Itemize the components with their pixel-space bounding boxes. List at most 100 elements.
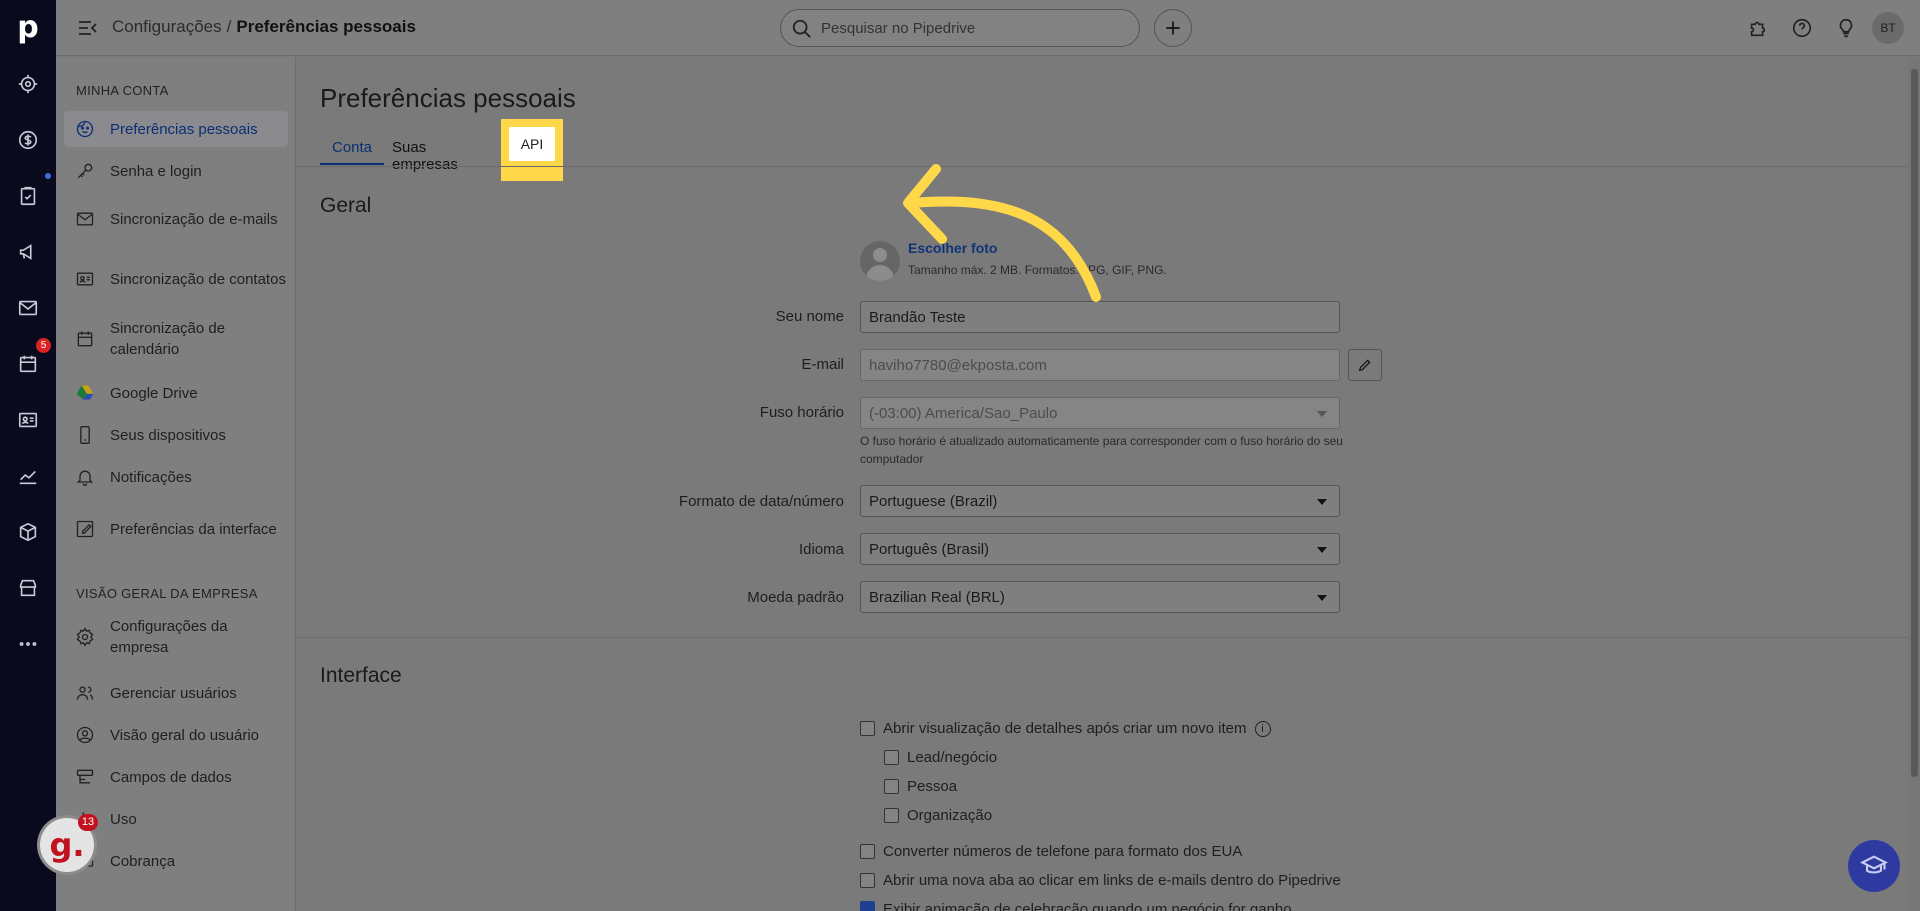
sidebar-item-company-settings[interactable]: Configurações da empresa (64, 615, 288, 659)
sidebar-item-label: Google Drive (110, 384, 198, 402)
sidebar-item-devices[interactable]: Seus dispositivos (64, 417, 288, 453)
sidebar-item-user-overview[interactable]: Visão geral do usuário (64, 717, 288, 753)
sidebar-item-billing[interactable]: Cobrança (64, 843, 288, 879)
checkbox-celebration[interactable]: Exibir animação de celebração quando um … (860, 901, 1292, 911)
checkbox-box[interactable] (884, 750, 899, 765)
chevron-down-icon (1317, 595, 1327, 601)
calendar-badge: 5 (36, 338, 51, 353)
bell-icon (74, 466, 96, 488)
g-widget-badge: 13 (78, 814, 98, 831)
sidebar-item-label: Visão geral do usuário (110, 726, 259, 744)
scrollbar-thumb[interactable] (1911, 69, 1918, 777)
more-icon[interactable] (12, 628, 44, 660)
section-heading-interface: Interface (320, 664, 402, 687)
pipedrive-logo[interactable]: p (0, 10, 56, 45)
sidebar-item-label: Campos de dados (110, 768, 232, 786)
chevron-down-icon (1317, 547, 1327, 553)
checkbox-box-checked[interactable] (860, 901, 875, 911)
users-icon (74, 682, 96, 704)
checkbox-label: Pessoa (907, 778, 958, 795)
sidebar-item-label: Gerenciar usuários (110, 684, 237, 702)
annotation-arrow (903, 164, 1101, 302)
checkbox-label: Organização (907, 807, 993, 824)
name-label: Seu nome (775, 308, 844, 325)
plus-icon (1166, 21, 1180, 35)
top-bar: Configurações / Preferências pessoais Pesq… (56, 0, 1920, 56)
edit-email-button[interactable] (1348, 349, 1382, 381)
currency-value: Brazilian Real (BRL) (869, 588, 1005, 606)
data-fields-icon (74, 766, 96, 788)
mail-icon[interactable] (12, 292, 44, 324)
checkbox-us-phone-format[interactable]: Converter números de telefone para forma… (860, 843, 1242, 860)
main-scrollbar[interactable] (1908, 57, 1920, 911)
language-label: Idioma (798, 541, 844, 558)
checkbox-organization[interactable]: Organização (884, 807, 992, 824)
google-drive-icon (74, 382, 96, 404)
checkbox-open-details[interactable]: Abrir visualização de detalhes após cria… (860, 720, 1271, 737)
timezone-label: Fuso horário (759, 404, 844, 421)
contacts-icon[interactable] (12, 404, 44, 436)
notification-dot (45, 173, 51, 179)
currency-label: Moeda padrão (747, 589, 844, 606)
pencil-icon (1358, 359, 1371, 372)
user-avatar[interactable]: BT (1872, 12, 1904, 44)
sidebar-item-contact-sync[interactable]: Sincronização de contatos (64, 257, 288, 301)
sidebar-item-data-fields[interactable]: Campos de dados (64, 759, 288, 795)
calendar-icon[interactable] (12, 348, 44, 380)
section-divider (296, 637, 1920, 638)
timezone-value: (-03:00) America/Sao_Paulo (869, 404, 1058, 422)
sidebar-item-label: Cobrança (110, 852, 176, 870)
checkbox-box[interactable] (860, 873, 875, 888)
checkbox-label: Exibir animação de celebração quando um … (883, 901, 1292, 911)
checkbox-person[interactable]: Pessoa (884, 778, 957, 795)
checkbox-box[interactable] (884, 808, 899, 823)
name-value: Brandão Teste (869, 308, 966, 326)
checkbox-new-tab-email-links[interactable]: Abrir uma nova aba ao clicar em links de… (860, 872, 1341, 889)
sidebar-item-calendar-sync[interactable]: Sincronização de calendário (64, 317, 288, 361)
sidebar-item-notifications[interactable]: Notificações (64, 459, 288, 495)
search-input[interactable]: Pesquisar no Pipedrive (780, 9, 1140, 47)
checkbox-label: Lead/negócio (907, 749, 998, 766)
dollar-icon[interactable] (12, 124, 44, 156)
email-field: haviho7780@ekposta.com (860, 349, 1340, 381)
sidebar-item-email-sync[interactable]: Sincronização de e-mails (64, 197, 288, 241)
academy-help-button[interactable] (1848, 840, 1900, 892)
products-box-icon[interactable] (12, 516, 44, 548)
sidebar-item-password-login[interactable]: Senha e login (64, 153, 288, 189)
tab-api[interactable]: API (509, 127, 555, 161)
marketplace-icon[interactable] (12, 572, 44, 604)
info-icon[interactable]: i (1254, 720, 1271, 737)
tab-account[interactable]: Conta (320, 129, 385, 165)
insights-chart-icon[interactable] (12, 460, 44, 492)
section-heading-general: Geral (320, 194, 372, 217)
checkbox-box[interactable] (860, 721, 875, 736)
profile-photo-avatar (860, 241, 900, 281)
sidebar-item-manage-users[interactable]: Gerenciar usuários (64, 675, 288, 711)
megaphone-icon[interactable] (12, 236, 44, 268)
tab-api-highlight: API (501, 119, 563, 181)
breadcrumb-current: Preferências pessoais (236, 17, 416, 36)
menu-toggle-icon[interactable] (76, 17, 100, 39)
tasks-icon[interactable] (12, 180, 44, 212)
currency-select[interactable]: Brazilian Real (BRL) (860, 581, 1340, 613)
breadcrumb-parent[interactable]: Configurações (112, 17, 222, 36)
target-icon[interactable] (12, 68, 44, 100)
sidebar-item-personal-preferences[interactable]: Preferências pessoais (64, 111, 288, 147)
puzzle-icon[interactable] (1744, 14, 1772, 42)
checkbox-label: Abrir uma nova aba ao clicar em links de… (883, 872, 1341, 889)
language-select[interactable]: Português (Brasil) (860, 533, 1340, 565)
sidebar-item-label: Sincronização de e-mails (110, 210, 278, 228)
sidebar-item-interface-preferences[interactable]: Preferências da interface (64, 507, 288, 551)
lightbulb-icon[interactable] (1832, 14, 1860, 42)
help-icon[interactable] (1788, 14, 1816, 42)
search-placeholder: Pesquisar no Pipedrive (821, 20, 976, 37)
checkbox-box[interactable] (860, 844, 875, 859)
page-title: Preferências pessoais (320, 83, 576, 113)
settings-sidebar: MINHA CONTA Preferências pessoais Senha … (56, 57, 296, 911)
date-format-select[interactable]: Portuguese (Brazil) (860, 485, 1340, 517)
add-button[interactable] (1154, 9, 1192, 47)
sidebar-item-google-drive[interactable]: Google Drive (64, 375, 288, 411)
tab-companies: Suas empresas (392, 139, 458, 173)
checkbox-lead[interactable]: Lead/negócio (884, 749, 997, 766)
checkbox-box[interactable] (884, 779, 899, 794)
